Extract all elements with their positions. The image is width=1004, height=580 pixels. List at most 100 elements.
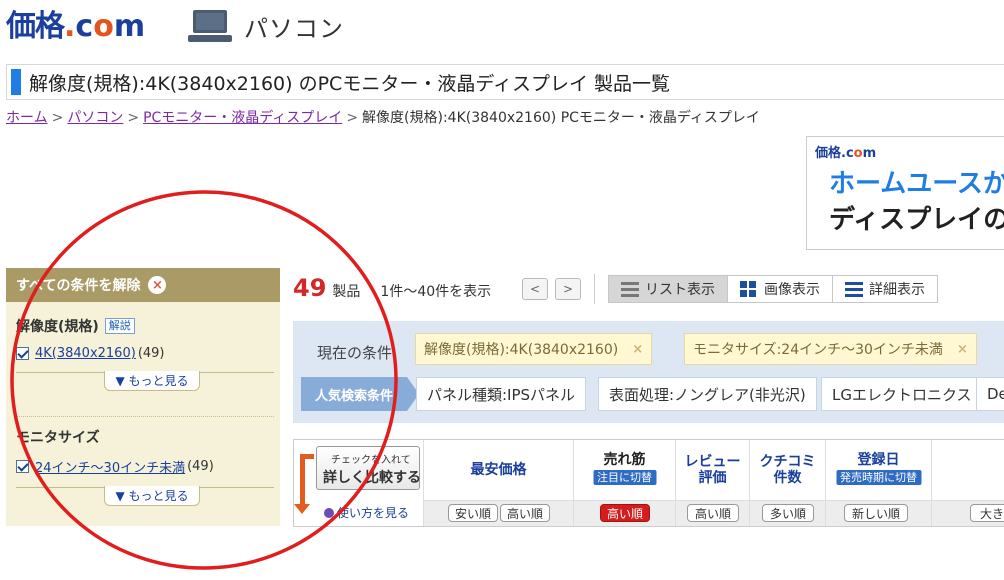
checkbox-checked[interactable] [16, 347, 29, 360]
grid-icon [740, 281, 758, 297]
column-price: 最安価格 安い順 高い順 [424, 440, 574, 526]
sort-review-high-button[interactable]: 高い順 [687, 504, 739, 522]
popular-conditions-label: 人気検索条件 [301, 377, 419, 411]
category-header[interactable]: パソコン [188, 8, 344, 44]
detail-list-icon [845, 281, 863, 297]
compare-button[interactable]: チェックを入れて 詳しく比較する [316, 446, 421, 490]
compare-button-small-label: チェックを入れて [331, 455, 411, 466]
remove-icon[interactable]: × [957, 342, 968, 357]
filter-section-title: モニタサイズ [16, 427, 274, 447]
ad-banner[interactable]: 価格.com ホームユースから ディスプレイの最 [806, 136, 1004, 250]
tab-label: 詳細表示 [869, 282, 925, 298]
logo-m: m [113, 9, 146, 44]
filter-option-label[interactable]: 4K(3840x2160) [35, 346, 136, 361]
logo-o: o [93, 9, 114, 44]
column-title-kuchikomi[interactable]: クチコミ [750, 454, 825, 470]
column-kuchikomi: クチコミ 件数 多い順 [750, 440, 826, 526]
ad-logo-m: m [862, 146, 877, 161]
filter-option-24-30[interactable]: 24インチ〜30インチ未満 (49) [16, 457, 274, 476]
condition-chip-size[interactable]: モニタサイズ:24インチ〜30インチ未満 × [684, 333, 977, 365]
filter-option-label[interactable]: 24インチ〜30インチ未満 [35, 457, 185, 476]
sort-many-button[interactable]: 多い順 [762, 504, 814, 522]
column-title-best-seller: 売れ筋 [603, 452, 646, 468]
help-icon [324, 507, 334, 518]
prev-page-button[interactable]: < [522, 278, 548, 300]
tab-list-view[interactable]: リスト表示 [608, 275, 728, 303]
page-title-bar: 解像度(規格):4K(3840x2160) のPCモニター・液晶ディスプレイ 製… [6, 64, 1004, 100]
tab-label: リスト表示 [645, 282, 715, 298]
logo-dot: . [64, 9, 76, 44]
remove-icon[interactable]: × [632, 342, 643, 357]
sort-new-button[interactable]: 新しい順 [844, 504, 908, 522]
logo-kanji: 価格 [6, 9, 65, 44]
column-title-monitor: モ [932, 478, 1004, 494]
result-count: 49 製品 1件〜40件を表示 [293, 274, 491, 302]
computer-icon [188, 8, 232, 44]
tab-label: 画像表示 [764, 282, 820, 298]
breadcrumb-current: 解像度(規格):4K(3840x2160) PCモニター・液晶ディスプレイ [362, 110, 760, 126]
logo-com: com [75, 10, 145, 44]
result-range: 1件〜40件を表示 [380, 284, 492, 300]
breadcrumb-sep: > [127, 110, 140, 126]
ad-headline: ホームユースから [829, 169, 1004, 199]
filter-sidebar: すべての条件を解除 × 解像度(規格) 解説 4K(3840x2160) (49… [6, 268, 280, 526]
howto-label: 使い方を見る [337, 506, 410, 520]
breadcrumb-monitor[interactable]: PCモニター・液晶ディスプレイ [143, 110, 342, 126]
howto-link[interactable]: 使い方を見る [324, 504, 409, 521]
switch-attention-badge[interactable]: 注目に切替 [593, 470, 656, 485]
more-wrap: ▼ もっと見る [16, 371, 274, 393]
chip-label: モニタサイズ:24インチ〜30インチ未満 [693, 342, 943, 358]
popular-chip-ips[interactable]: パネル種類:IPSパネル [416, 377, 587, 411]
clear-all-conditions[interactable]: すべての条件を解除 × [6, 268, 280, 302]
sort-expensive-button[interactable]: 高い順 [500, 504, 550, 522]
divider [594, 274, 595, 304]
list-icon [621, 281, 639, 297]
filter-section-monitor-size: モニタサイズ 24インチ〜30インチ未満 (49) ▼ もっと見る [16, 427, 274, 508]
section-divider [16, 416, 274, 417]
kakaku-logo[interactable]: 価格 . com [6, 8, 145, 44]
switch-release-badge[interactable]: 発売時期に切替 [836, 470, 921, 485]
breadcrumb-home[interactable]: ホーム [6, 110, 48, 126]
breadcrumb-sep: > [51, 110, 64, 126]
column-title-price[interactable]: 最安価格 [424, 462, 573, 478]
filter-option-count: (49) [137, 346, 165, 361]
breadcrumb-sep: > [346, 110, 359, 126]
breadcrumb-pc[interactable]: パソコン [67, 110, 123, 126]
popular-chip-more[interactable]: De [976, 377, 1004, 411]
filter-option-count: (49) [187, 459, 214, 474]
product-table-header: チェックを入れて 詳しく比較する 使い方を見る 最安価格 安い順 高い順 売れ筋… [293, 439, 1004, 527]
show-more-button[interactable]: ▼ もっと見る [104, 486, 200, 506]
result-count-unit: 製品 [332, 284, 361, 300]
condition-chip-resolution[interactable]: 解像度(規格):4K(3840x2160) × [415, 333, 653, 365]
title-accent [11, 69, 21, 95]
checkbox-checked[interactable] [16, 460, 29, 473]
chip-label: 解像度(規格):4K(3840x2160) [424, 342, 619, 358]
help-badge[interactable]: 解説 [104, 318, 135, 334]
column-title-date[interactable]: 登録日 [826, 452, 931, 468]
popular-chip-lg[interactable]: LGエレクトロニクス [821, 377, 983, 411]
sort-cheap-button[interactable]: 安い順 [448, 504, 498, 522]
tab-detail-view[interactable]: 詳細表示 [832, 275, 938, 303]
ad-logo-o: o [853, 146, 863, 161]
logo-c: c [75, 9, 94, 44]
more-wrap: ▼ もっと見る [16, 486, 274, 508]
column-monitor: モ 大き [932, 440, 1004, 526]
popular-chip-nonglare[interactable]: 表面処理:ノングレア(非光沢) [598, 377, 817, 411]
sort-big-button[interactable]: 大き [970, 504, 1004, 522]
arrow-down-icon [294, 454, 310, 514]
filter-option-4k[interactable]: 4K(3840x2160) (49) [16, 346, 274, 361]
tab-image-view[interactable]: 画像表示 [727, 275, 833, 303]
resolution-title: 解像度(規格) [16, 319, 99, 335]
compare-button-label: 詳しく比較する [323, 470, 421, 486]
result-count-number: 49 [293, 274, 327, 302]
show-more-button[interactable]: ▼ もっと見る [104, 371, 200, 391]
next-page-button[interactable]: > [555, 278, 581, 300]
column-date: 登録日 発売時期に切替 新しい順 [826, 440, 932, 526]
ad-logo-rest: .c [841, 146, 854, 161]
column-title-kuchikomi-2[interactable]: 件数 [750, 470, 825, 486]
column-title-review[interactable]: レビュー [676, 454, 749, 470]
sort-best-high-button[interactable]: 高い順 [600, 504, 650, 522]
close-icon[interactable]: × [148, 276, 167, 294]
column-title-review-2[interactable]: 評価 [676, 470, 749, 486]
compare-column: チェックを入れて 詳しく比較する 使い方を見る [294, 440, 424, 526]
